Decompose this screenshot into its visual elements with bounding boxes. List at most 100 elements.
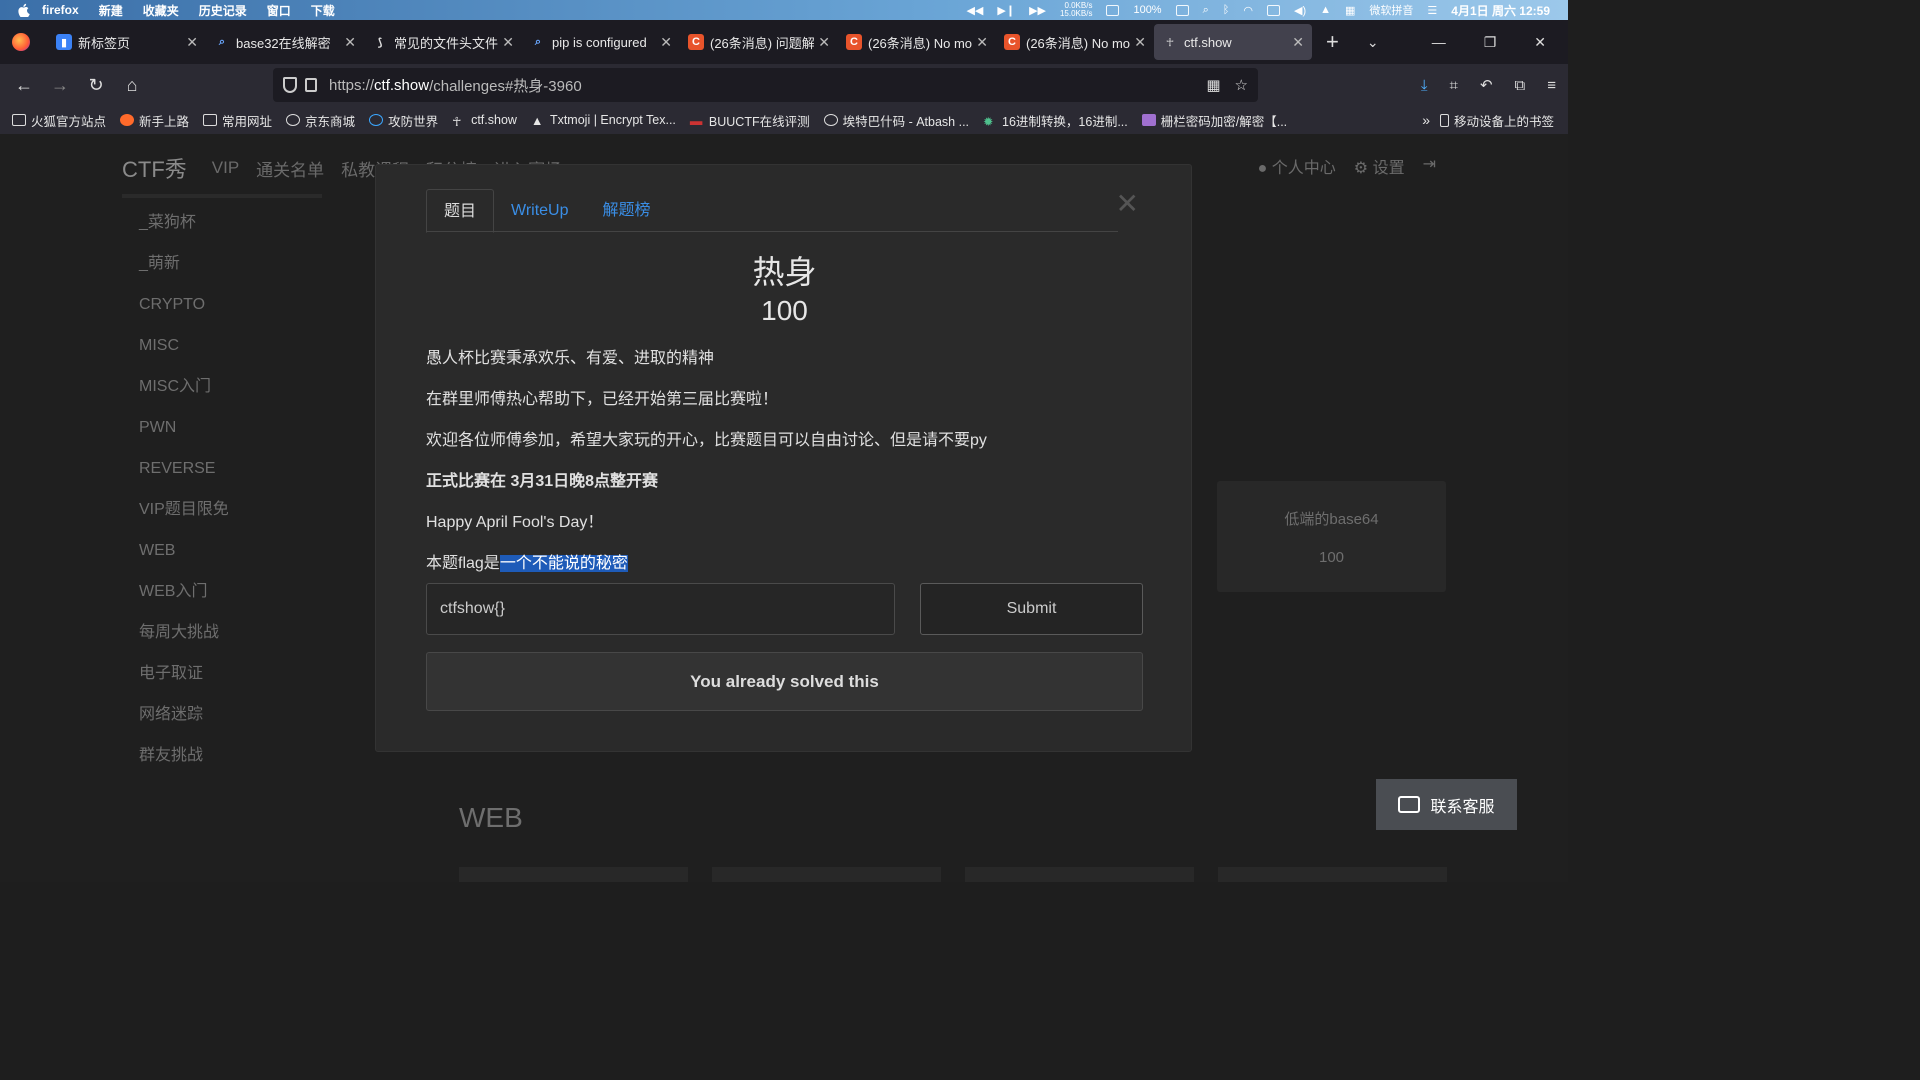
- tracking-protection-icon[interactable]: [283, 77, 297, 93]
- sidebar-item-crypto[interactable]: CRYPTO: [122, 284, 322, 325]
- battery-icon[interactable]: [1175, 4, 1189, 16]
- sidebar-item-vip-free[interactable]: VIP题目限免: [122, 489, 322, 530]
- sidebar-item-misc-intro[interactable]: MISC入门: [122, 366, 322, 407]
- mobile-bookmarks[interactable]: 移动设备上的书签: [1439, 111, 1554, 130]
- close-tab-icon[interactable]: ✕: [976, 34, 988, 51]
- tab-challenge[interactable]: 题目: [426, 189, 495, 233]
- qr-code-icon[interactable]: ▦: [1206, 76, 1220, 94]
- back-icon[interactable]: ←: [6, 75, 42, 96]
- apple-icon[interactable]: [16, 2, 32, 18]
- nav-vip[interactable]: VIP: [212, 158, 239, 178]
- media-prev-icon[interactable]: ◀◀: [966, 4, 983, 17]
- logout-icon[interactable]: ⇥: [1423, 154, 1436, 178]
- downloads-icon[interactable]: ⤓: [1421, 77, 1428, 94]
- bluetooth-icon[interactable]: ᛒ: [1223, 4, 1230, 16]
- menubar-datetime[interactable]: 4月1日 周六 12:59: [1451, 2, 1550, 19]
- sidebar-item-group[interactable]: 群友挑战: [122, 735, 322, 776]
- challenge-card[interactable]: [965, 867, 1194, 882]
- close-tab-icon[interactable]: ✕: [344, 34, 356, 51]
- reload-icon[interactable]: ↻: [78, 75, 114, 96]
- challenge-card[interactable]: 低端的base64 100: [1217, 481, 1446, 592]
- bookmark-item[interactable]: 新手上路: [120, 111, 189, 130]
- nav-pass-list[interactable]: 通关名单: [256, 156, 324, 181]
- control-center-icon[interactable]: ☰: [1427, 4, 1437, 17]
- bookmark-item[interactable]: ✹ 16进制转换，16进制...: [983, 111, 1128, 130]
- notification-icon[interactable]: ▲: [1320, 4, 1331, 16]
- menu-item-download[interactable]: 下载: [311, 2, 335, 19]
- tab-writeup[interactable]: WriteUp: [494, 189, 586, 231]
- bookmark-item[interactable]: 埃特巴什码 - Atbash ...: [823, 111, 969, 130]
- browser-tab[interactable]: C (26条消息) No mo ✕: [996, 24, 1154, 60]
- close-window-icon[interactable]: ✕: [1534, 34, 1546, 51]
- minimize-icon[interactable]: —: [1432, 34, 1446, 51]
- bookmark-star-icon[interactable]: ☆: [1235, 76, 1248, 94]
- sidebar-item-web-intro[interactable]: WEB入门: [122, 571, 322, 612]
- browser-tab[interactable]: C (26条消息) 问题解 ✕: [680, 24, 838, 60]
- close-tab-icon[interactable]: ✕: [502, 34, 514, 51]
- challenge-card[interactable]: [712, 867, 941, 882]
- search-icon[interactable]: ⌕: [1203, 4, 1209, 17]
- lock-icon[interactable]: [305, 78, 317, 92]
- browser-tab-active[interactable]: ☥ ctf.show ✕: [1154, 24, 1312, 60]
- bookmark-item[interactable]: 攻防世界: [369, 111, 438, 130]
- sidebar-item-caigou[interactable]: _菜狗杯: [122, 202, 322, 243]
- bookmark-item[interactable]: ☥ ctf.show: [452, 113, 517, 129]
- ime-grid-icon[interactable]: ▦: [1345, 4, 1355, 17]
- customer-service-button[interactable]: 联系客服: [1376, 779, 1517, 830]
- forward-icon[interactable]: →: [42, 75, 78, 96]
- restore-icon[interactable]: ❐: [1484, 34, 1497, 51]
- undo-icon[interactable]: ↶: [1480, 76, 1493, 94]
- screenshot-icon[interactable]: ⌗: [1449, 77, 1457, 94]
- close-icon[interactable]: ✕: [1116, 187, 1139, 220]
- close-tab-icon[interactable]: ✕: [1292, 34, 1304, 51]
- bookmark-item[interactable]: 栅栏密码加密/解密【...: [1141, 111, 1287, 130]
- sidebar-item-reverse[interactable]: REVERSE: [122, 448, 322, 489]
- sidebar-item-pwn[interactable]: PWN: [122, 407, 322, 448]
- home-icon[interactable]: ⌂: [114, 75, 150, 96]
- bookmark-item[interactable]: 常用网址: [203, 111, 272, 130]
- extensions-icon[interactable]: ⧉: [1515, 77, 1526, 94]
- menu-app-name[interactable]: firefox: [42, 3, 79, 17]
- close-tab-icon[interactable]: ✕: [818, 34, 830, 51]
- display-icon[interactable]: [1266, 4, 1280, 16]
- challenge-card[interactable]: [1218, 867, 1447, 882]
- menu-item-history[interactable]: 历史记录: [199, 2, 247, 19]
- media-next-icon[interactable]: ▶▶: [1029, 4, 1046, 17]
- tab-solves[interactable]: 解题榜: [586, 189, 668, 231]
- new-tab-icon[interactable]: +: [1326, 29, 1339, 55]
- sidebar-item-mengxin[interactable]: _萌新: [122, 243, 322, 284]
- sidebar-item-forensics[interactable]: 电子取证: [122, 653, 322, 694]
- phone-icon[interactable]: [1106, 4, 1120, 16]
- site-logo[interactable]: CTF秀: [122, 152, 187, 184]
- menu-item-favorites[interactable]: 收藏夹: [143, 2, 179, 19]
- menu-item-window[interactable]: 窗口: [267, 2, 291, 19]
- url-bar[interactable]: https://ctf.show/challenges#热身-3960 ▦ ☆: [273, 68, 1258, 102]
- menu-item-new[interactable]: 新建: [99, 2, 123, 19]
- list-all-tabs-icon[interactable]: ⌄: [1367, 34, 1379, 51]
- more-bookmarks-icon[interactable]: »: [1422, 112, 1430, 128]
- sidebar-item-web[interactable]: WEB: [122, 530, 322, 571]
- bookmark-item[interactable]: ▲ Txtmoji | Encrypt Tex...: [531, 113, 676, 128]
- settings-link[interactable]: ⚙ 设置: [1354, 154, 1405, 178]
- flag-input[interactable]: ctfshow{}: [426, 583, 895, 635]
- bookmark-item[interactable]: 京东商城: [286, 111, 355, 130]
- sidebar-item-weekly[interactable]: 每周大挑战: [122, 612, 322, 653]
- user-center-link[interactable]: ● 个人中心: [1258, 154, 1336, 178]
- bookmark-item[interactable]: 火狐官方站点: [12, 111, 106, 130]
- close-tab-icon[interactable]: ✕: [660, 34, 672, 51]
- media-play-icon[interactable]: ▶❙: [997, 4, 1015, 17]
- challenge-card[interactable]: [459, 867, 688, 882]
- sidebar-item-misc[interactable]: MISC: [122, 325, 322, 366]
- app-menu-icon[interactable]: ≡: [1547, 77, 1556, 94]
- bookmark-item[interactable]: ▬ BUUCTF在线评测: [690, 111, 810, 130]
- firefox-view-icon[interactable]: [12, 33, 30, 51]
- browser-tab[interactable]: ⌕ base32在线解密 ✕: [206, 24, 364, 60]
- ime-label[interactable]: 微软拼音: [1369, 2, 1413, 18]
- close-tab-icon[interactable]: ✕: [1134, 34, 1146, 51]
- browser-tab[interactable]: ▮ 新标签页 ✕: [48, 24, 206, 60]
- browser-tab[interactable]: ⟆ 常见的文件头文件 ✕: [364, 24, 522, 60]
- browser-tab[interactable]: ⌕ pip is configured ✕: [522, 24, 680, 60]
- wifi-icon[interactable]: ◠: [1243, 4, 1253, 17]
- close-tab-icon[interactable]: ✕: [186, 34, 198, 51]
- volume-icon[interactable]: ◀): [1294, 4, 1306, 17]
